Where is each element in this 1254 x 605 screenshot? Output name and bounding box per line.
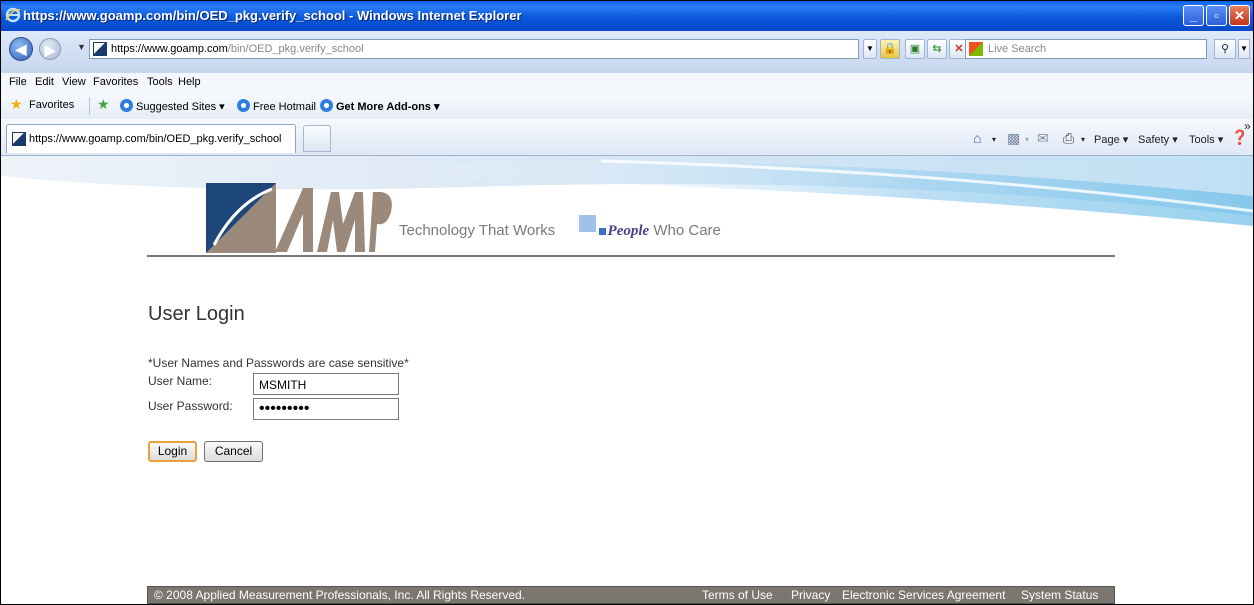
site-favicon <box>12 132 26 146</box>
refresh-icon[interactable]: ⇆ <box>927 39 947 59</box>
menu-tools[interactable]: Tools <box>147 76 173 88</box>
search-icon[interactable]: ⚲ <box>1214 39 1236 59</box>
add-favorites-icon[interactable]: ★ <box>97 96 110 113</box>
cancel-button[interactable]: Cancel <box>204 441 263 462</box>
ie-logo-icon <box>5 7 21 23</box>
home-icon[interactable]: ⌂ <box>973 130 981 146</box>
feeds-icon[interactable]: ▩ <box>1007 130 1020 147</box>
lock-icon[interactable]: 🔒 <box>880 39 900 59</box>
footer-bar: © 2008 Applied Measurement Professionals… <box>147 586 1115 604</box>
favorites-bar: ★ Favorites ★ Suggested Sites ▾ Free Hot… <box>1 93 1253 120</box>
mail-icon[interactable]: ✉ <box>1037 130 1049 147</box>
url-dropdown[interactable]: ▼ <box>863 39 877 59</box>
tools-menu[interactable]: Tools ▾ <box>1189 133 1223 146</box>
divider <box>89 97 90 115</box>
site-favicon <box>93 42 107 56</box>
address-bar: ◀ ▶ ▼ https://www.goamp.com/bin/OED_pkg.… <box>1 31 1253 74</box>
username-field[interactable]: MSMITH <box>253 373 399 395</box>
feeds-dropdown: ▾ <box>1025 135 1030 144</box>
ie-page-icon <box>320 99 333 112</box>
fav-link-get-more-addons[interactable]: Get More Add-ons ▾ <box>320 99 440 113</box>
footer-link-system-status[interactable]: System Status <box>1021 588 1098 602</box>
amp-logo <box>206 183 276 253</box>
ie-page-icon <box>237 99 250 112</box>
menu-view[interactable]: View <box>62 76 86 88</box>
minimize-button[interactable]: _ <box>1183 5 1204 26</box>
home-dropdown[interactable]: ▾ <box>992 135 996 144</box>
tab-active[interactable]: https://www.goamp.com/bin/OED_pkg.verify… <box>6 124 296 153</box>
browser-window: https://www.goamp.com/bin/OED_pkg.verify… <box>0 0 1254 605</box>
back-icon: ◀ <box>15 41 27 57</box>
footer-link-esa[interactable]: Electronic Services Agreement <box>842 588 1005 602</box>
amp-logo-letters <box>275 188 392 252</box>
search-placeholder: Live Search <box>988 43 1047 55</box>
header-swoosh <box>1 156 1253 226</box>
case-sensitive-note: *User Names and Passwords are case sensi… <box>148 356 409 370</box>
page-content: Technology That Works People Who Care Us… <box>1 156 1253 604</box>
tagline: Technology That Works People Who Care <box>399 222 721 239</box>
fav-link-free-hotmail[interactable]: Free Hotmail <box>237 99 316 113</box>
safety-menu[interactable]: Safety ▾ <box>1138 133 1178 146</box>
recent-pages-dropdown[interactable]: ▼ <box>77 42 86 52</box>
menu-edit[interactable]: Edit <box>35 76 54 88</box>
close-button[interactable]: ✕ <box>1229 5 1250 26</box>
password-field[interactable]: ••••••••• <box>253 398 399 420</box>
title-bar: https://www.goamp.com/bin/OED_pkg.verify… <box>1 1 1253 31</box>
maximize-button[interactable]: ▫ <box>1206 5 1227 26</box>
copyright-text: © 2008 Applied Measurement Professionals… <box>154 588 526 602</box>
fav-link-suggested-sites[interactable]: Suggested Sites ▾ <box>120 99 225 113</box>
back-button[interactable]: ◀ <box>9 37 33 61</box>
print-icon[interactable]: ⎙ <box>1063 130 1074 147</box>
more-commands-chevron[interactable]: » <box>1244 119 1251 133</box>
new-tab-button[interactable] <box>303 125 331 152</box>
search-input[interactable]: Live Search <box>965 39 1207 59</box>
forward-icon: ▶ <box>44 42 56 58</box>
menu-help[interactable]: Help <box>178 76 201 88</box>
forward-button[interactable]: ▶ <box>39 38 61 60</box>
page-title: User Login <box>148 303 245 325</box>
live-search-icon <box>969 42 983 56</box>
star-icon: ★ <box>10 96 23 112</box>
footer-link-privacy[interactable]: Privacy <box>791 588 830 602</box>
footer-link-terms[interactable]: Terms of Use <box>702 588 773 602</box>
window-title: https://www.goamp.com/bin/OED_pkg.verify… <box>23 8 522 23</box>
username-label: User Name: <box>148 374 213 388</box>
menu-bar: File Edit View Favorites Tools Help <box>1 73 1253 94</box>
url-text: https://www.goamp.com/bin/OED_pkg.verify… <box>111 43 364 55</box>
search-options-dropdown[interactable]: ▼ <box>1238 39 1250 59</box>
tab-row: https://www.goamp.com/bin/OED_pkg.verify… <box>1 119 1253 156</box>
compatibility-icon[interactable]: ▣ <box>905 39 925 59</box>
page-menu[interactable]: Page ▾ <box>1094 133 1128 146</box>
login-button[interactable]: Login <box>148 441 197 462</box>
favorites-button[interactable]: Favorites <box>29 99 74 111</box>
menu-file[interactable]: File <box>9 76 27 88</box>
url-input[interactable]: https://www.goamp.com/bin/OED_pkg.verify… <box>89 39 859 59</box>
password-label: User Password: <box>148 399 233 413</box>
header-divider <box>147 255 1115 257</box>
print-dropdown[interactable]: ▾ <box>1081 135 1085 144</box>
menu-favorites[interactable]: Favorites <box>93 76 138 88</box>
tab-title: https://www.goamp.com/bin/OED_pkg.verify… <box>29 133 282 145</box>
ie-page-icon <box>120 99 133 112</box>
